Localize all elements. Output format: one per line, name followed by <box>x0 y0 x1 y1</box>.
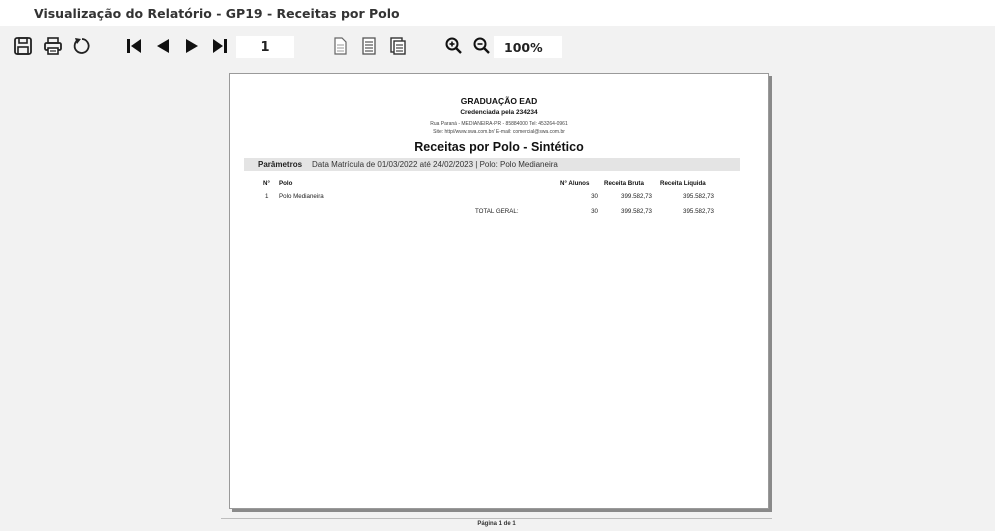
page-width-icon <box>362 37 376 55</box>
report-page <box>229 73 769 509</box>
multiple-pages-button[interactable] <box>387 35 409 57</box>
zoom-in-icon <box>445 37 462 54</box>
page-indicator: Página 1 de 1 <box>477 521 516 527</box>
total-gross-revenue: 399.582,73 <box>621 208 652 215</box>
institution-address: Rua Paraná - MEDIANEIRA-PR - 85884000 Te… <box>430 121 568 127</box>
previous-page-button[interactable] <box>152 35 174 57</box>
page-width-button[interactable] <box>358 35 380 57</box>
total-students: 30 <box>591 208 598 215</box>
zoom-level-field[interactable]: 100% <box>494 36 562 58</box>
save-button[interactable] <box>12 35 34 57</box>
parameters-label: Parâmetros <box>258 160 303 169</box>
row-1-net-revenue: 395.582,73 <box>683 193 714 200</box>
title-bar: Visualização do Relatório - GP19 - Recei… <box>0 0 995 26</box>
single-page-icon <box>334 37 347 55</box>
column-header-number: N° <box>263 180 270 187</box>
last-page-icon <box>213 39 227 53</box>
column-header-students: N° Alunos <box>560 180 590 187</box>
report-title: Receitas por Polo - Sintético <box>414 140 584 154</box>
print-icon <box>44 37 62 55</box>
zoom-out-button[interactable] <box>471 35 493 57</box>
row-1-gross-revenue: 399.582,73 <box>621 193 652 200</box>
current-page-input[interactable]: 1 <box>236 36 294 58</box>
window-title: Visualização do Relatório - GP19 - Recei… <box>34 6 400 21</box>
first-page-icon <box>127 39 141 53</box>
next-page-icon <box>186 39 198 53</box>
parameters-bar: Parâmetros Data Matrícula de 01/03/2022 … <box>244 158 740 171</box>
row-1-polo: Polo Medianeira <box>279 193 324 200</box>
parameters-value: Data Matrícula de 01/03/2022 até 24/02/2… <box>312 160 558 169</box>
column-header-net-revenue: Receita Líquida <box>660 180 706 187</box>
multiple-pages-icon <box>390 37 406 55</box>
refresh-button[interactable] <box>71 35 93 57</box>
row-1-number: 1 <box>265 193 269 200</box>
institution-credential: Credenciada pela 234234 <box>460 109 538 116</box>
refresh-icon <box>73 38 90 54</box>
zoom-out-icon <box>473 37 490 54</box>
institution-contact: Site: http//www.swa.com.br/ E-mail: come… <box>433 129 565 135</box>
last-page-button[interactable] <box>209 35 231 57</box>
column-header-gross-revenue: Receita Bruta <box>604 180 644 187</box>
previous-page-icon <box>157 39 169 53</box>
footer-divider <box>221 518 772 519</box>
total-net-revenue: 395.582,73 <box>683 208 714 215</box>
first-page-button[interactable] <box>123 35 145 57</box>
institution-name: GRADUAÇÃO EAD <box>460 96 538 106</box>
zoom-in-button[interactable] <box>443 35 465 57</box>
column-header-polo: Polo <box>279 180 293 187</box>
row-1-students: 30 <box>591 193 598 200</box>
save-icon <box>14 37 32 55</box>
total-label: TOTAL GERAL: <box>475 208 519 215</box>
print-button[interactable] <box>42 35 64 57</box>
next-page-button[interactable] <box>181 35 203 57</box>
single-page-button[interactable] <box>329 35 351 57</box>
